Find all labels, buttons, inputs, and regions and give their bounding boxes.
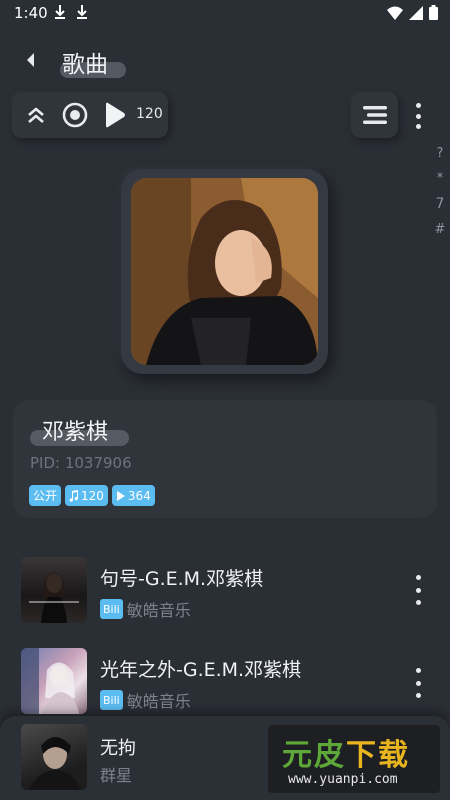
index-item[interactable]: # xyxy=(435,222,446,237)
index-item[interactable]: * xyxy=(437,171,444,186)
watermark-logo: 元皮下载 xyxy=(282,738,410,773)
play-all-count: 120 xyxy=(136,106,163,122)
song-cover xyxy=(21,648,87,714)
watermark-url: www.yuanpi.com xyxy=(288,772,398,787)
target-icon xyxy=(62,102,88,128)
song-uploader: 敏皓音乐 xyxy=(126,601,191,620)
song-cover-art xyxy=(29,572,79,623)
now-playing-title: 无拘 xyxy=(100,738,136,759)
double-chevron-up-icon xyxy=(28,107,44,123)
download-icon xyxy=(55,5,65,19)
index-item[interactable]: 7 xyxy=(436,196,445,212)
song-title: 光年之外-G.E.M.邓紫棋 xyxy=(100,659,302,681)
list-menu-button[interactable] xyxy=(351,92,398,138)
status-bar: 1:40 xyxy=(0,0,450,26)
battery-icon xyxy=(429,5,438,20)
public-badge: 公开 xyxy=(29,485,62,506)
artist-cover-frame xyxy=(121,169,328,374)
signal-icon xyxy=(409,5,423,20)
artist-pid: PID: 1037906 xyxy=(30,454,132,472)
song-cover-art xyxy=(21,648,79,714)
back-arrow-icon xyxy=(27,53,34,67)
now-playing-art xyxy=(29,737,81,790)
more-icon xyxy=(415,668,421,673)
play-count-badge: 364 xyxy=(111,485,155,506)
play-all-button[interactable] xyxy=(102,102,128,128)
song-title: 句号-G.E.M.邓紫棋 xyxy=(100,568,264,590)
alphabet-index[interactable]: ? * 7 # xyxy=(430,146,450,237)
song-list-item[interactable]: 句号-G.E.M.邓紫棋 Bili 敏皓音乐 xyxy=(0,553,450,625)
wifi-icon xyxy=(387,6,403,20)
collapse-button[interactable] xyxy=(23,102,49,128)
music-note-icon xyxy=(69,489,79,502)
source-badge: Bili xyxy=(100,599,123,619)
download-icon xyxy=(77,5,87,19)
more-icon xyxy=(415,103,421,108)
more-options-button[interactable] xyxy=(408,100,428,132)
index-item[interactable]: ? xyxy=(437,146,444,161)
locate-button[interactable] xyxy=(62,102,88,128)
list-icon xyxy=(362,106,387,124)
song-more-button[interactable] xyxy=(408,668,428,698)
play-icon xyxy=(116,490,125,501)
song-subtitle: Bili 敏皓音乐 xyxy=(100,688,191,712)
page-title: 歌曲 xyxy=(62,52,108,78)
song-cover xyxy=(21,557,87,623)
now-playing-artist: 群星 xyxy=(100,766,133,785)
playback-toolbar: 120 xyxy=(12,92,168,138)
artist-cover-image[interactable] xyxy=(131,178,318,365)
source-badge: Bili xyxy=(100,690,123,710)
song-list-item[interactable]: 光年之外-G.E.M.邓紫棋 Bili 敏皓音乐 xyxy=(0,644,450,716)
song-more-button[interactable] xyxy=(408,575,428,605)
more-icon xyxy=(415,575,421,580)
song-subtitle: Bili 敏皓音乐 xyxy=(100,597,191,621)
song-count-badge: 120 xyxy=(65,485,108,506)
status-time: 1:40 xyxy=(14,4,48,22)
artist-tags: 公开 120 364 xyxy=(29,485,155,506)
play-icon xyxy=(106,102,125,128)
song-uploader: 敏皓音乐 xyxy=(126,692,191,711)
artist-name: 邓紫棋 xyxy=(42,420,109,445)
artist-photo xyxy=(131,178,318,365)
now-playing-cover[interactable] xyxy=(21,724,87,790)
back-button[interactable] xyxy=(18,48,42,72)
